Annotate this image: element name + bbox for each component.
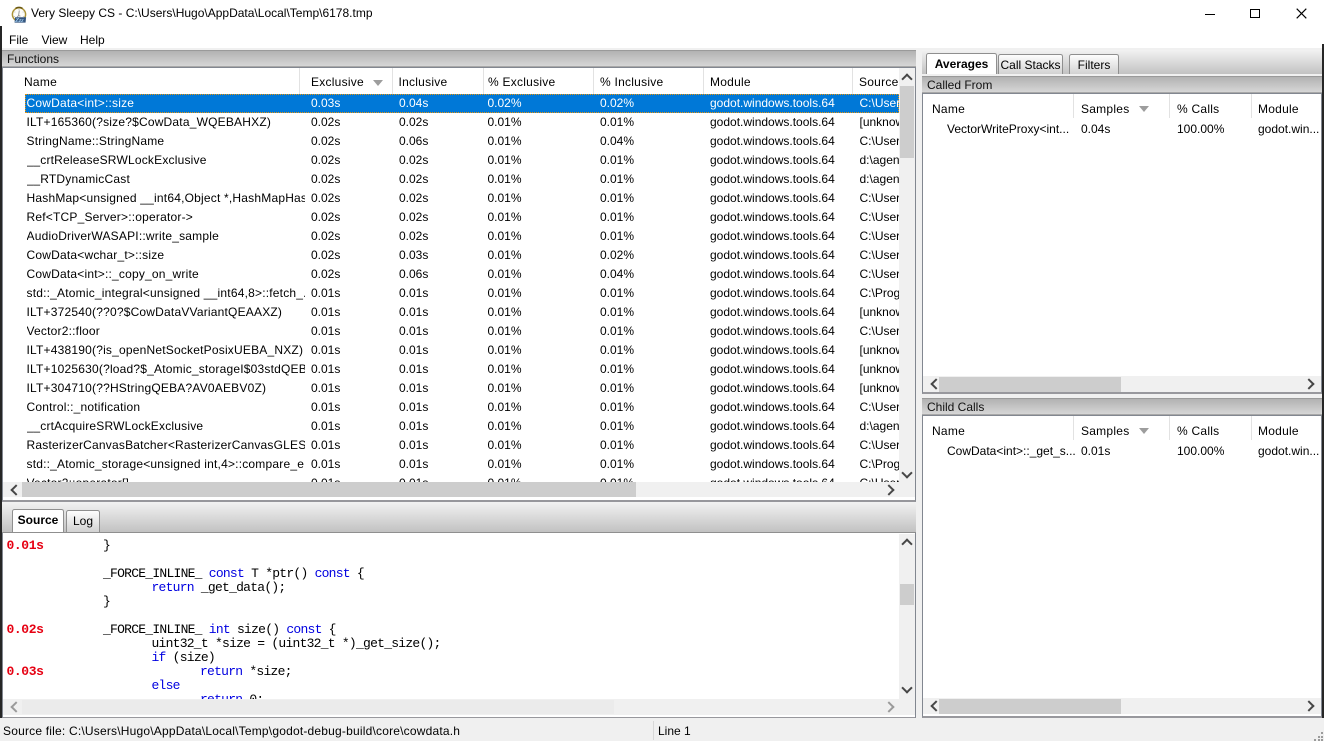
svg-text:Zzz: Zzz xyxy=(13,17,24,22)
